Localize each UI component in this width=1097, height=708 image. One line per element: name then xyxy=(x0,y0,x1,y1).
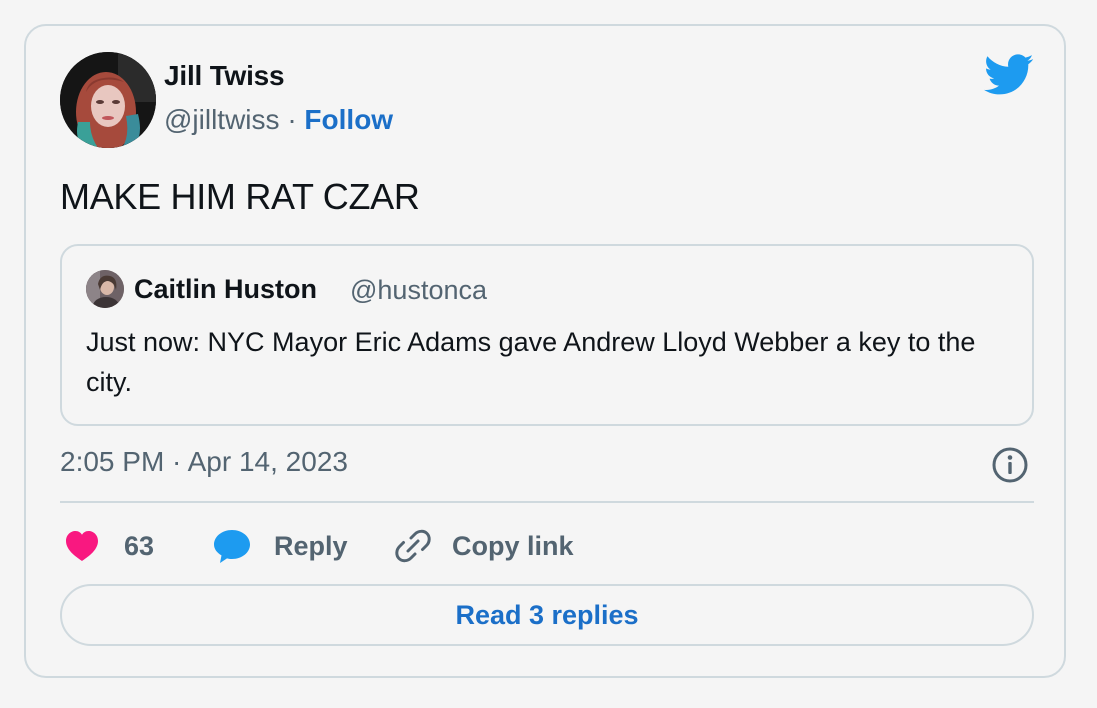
link-icon xyxy=(395,529,431,563)
quoted-author-avatar[interactable] xyxy=(86,270,124,308)
twitter-bird-icon[interactable] xyxy=(984,54,1034,96)
follow-link[interactable]: Follow xyxy=(304,104,393,135)
like-count: 63 xyxy=(124,530,155,561)
like-button[interactable]: 63 xyxy=(64,526,154,566)
author-handle-row: @jilltwiss · Follow xyxy=(164,104,393,136)
handle-separator: · xyxy=(287,104,297,135)
quoted-author-photo xyxy=(86,270,124,308)
copy-link-label: Copy link xyxy=(452,530,574,561)
quoted-author-handle[interactable]: @hustonca xyxy=(350,275,487,306)
author-photo xyxy=(60,52,156,148)
author-avatar[interactable] xyxy=(60,52,156,148)
quoted-tweet-text: Just now: NYC Mayor Eric Adams gave Andr… xyxy=(86,327,976,397)
author-handle[interactable]: @jilltwiss xyxy=(164,104,280,135)
reply-label: Reply xyxy=(274,530,348,561)
tweet-timestamp[interactable]: 2:05 PM · Apr 14, 2023 xyxy=(60,446,348,478)
copy-link-button[interactable]: Copy link xyxy=(394,526,574,566)
info-icon[interactable] xyxy=(990,445,1030,485)
quoted-author-name[interactable]: Caitlin Huston xyxy=(134,274,317,305)
heart-icon xyxy=(66,531,98,561)
embedded-tweet-card: Jill Twiss @jilltwiss · Follow MAKE HIM … xyxy=(24,24,1066,678)
divider xyxy=(60,501,1034,503)
speech-bubble-icon xyxy=(214,530,250,563)
read-replies-button[interactable]: Read 3 replies xyxy=(60,584,1034,646)
author-name[interactable]: Jill Twiss xyxy=(164,60,285,92)
tweet-text: MAKE HIM RAT CZAR xyxy=(60,176,420,217)
reply-button[interactable]: Reply xyxy=(212,526,348,566)
quoted-tweet[interactable]: Caitlin Huston @hustonca Just now: NYC M… xyxy=(60,244,1034,426)
